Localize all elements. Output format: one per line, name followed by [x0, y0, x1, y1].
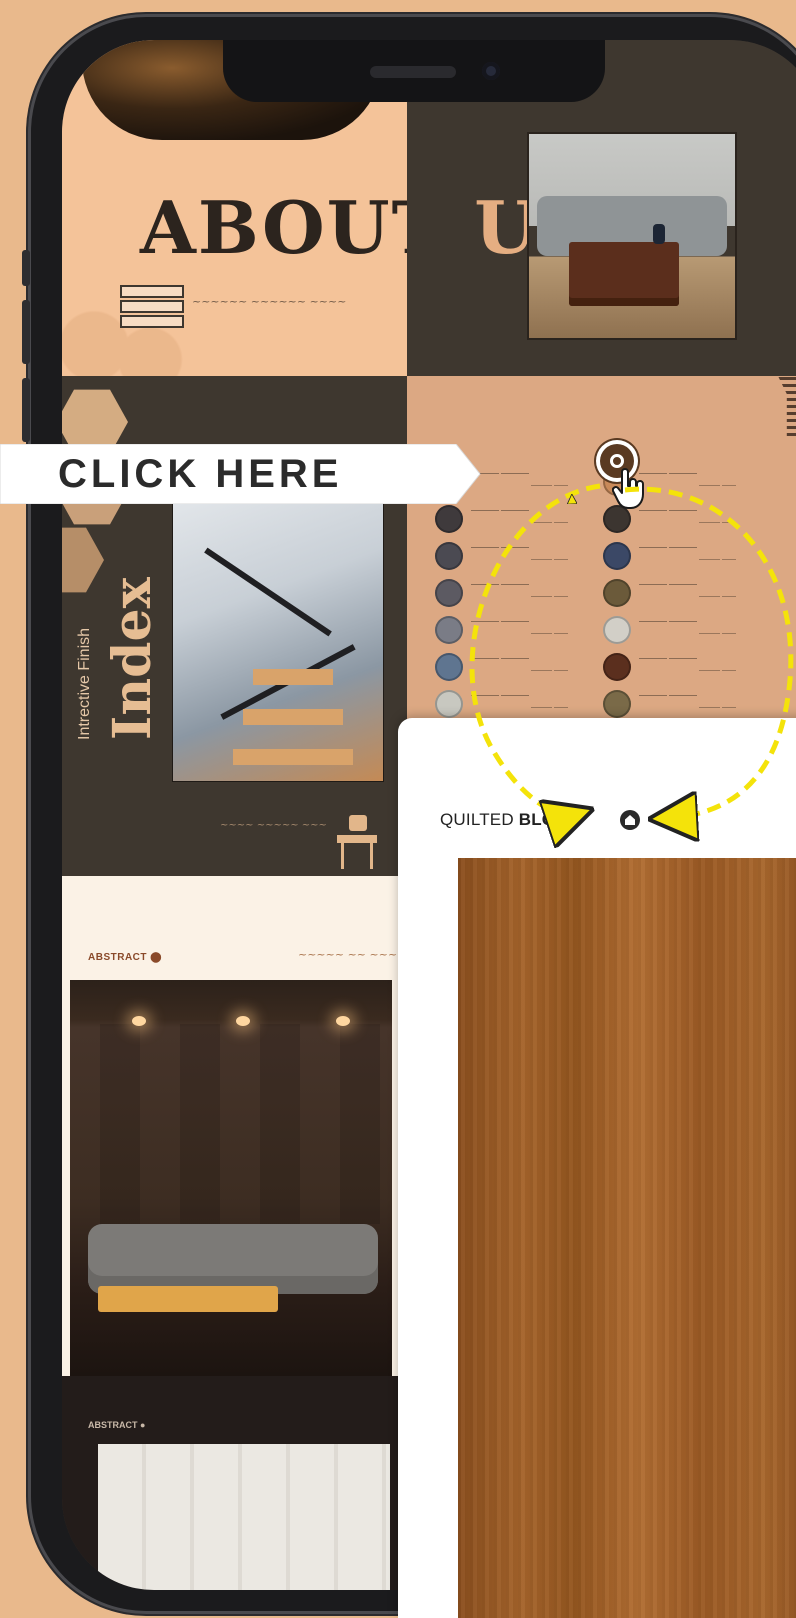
swatch-row[interactable]: ———— ——————— —— [603, 542, 793, 576]
marble-panel-photo [98, 1444, 390, 1590]
swatch-row-label: ———— ———— [471, 581, 529, 588]
lamp-icon [337, 815, 377, 870]
wood-texture-swatch [458, 858, 796, 1618]
about-title-part1: ABOUT [140, 185, 407, 270]
maze-decoration [778, 376, 796, 436]
living-room-photo [527, 132, 737, 340]
index-signature-script: ~~~~ ~~~~~ ~~~ [220, 820, 327, 831]
swatch-row[interactable]: ———— ——————— —— [435, 653, 625, 687]
swatch-row-label: ———— ———— [639, 655, 697, 662]
swatch-row-sublabel: ——— —— [531, 519, 568, 526]
staircase-photo [172, 468, 384, 782]
swatch-popup-title: QUILTED BLOCK [440, 810, 581, 829]
swatch-color-dot[interactable] [603, 690, 631, 718]
swatch-row-sublabel: ——— —— [699, 556, 736, 563]
swatch-row-label: ———— ———— [639, 581, 697, 588]
index-subtitle: Intrective Finish [76, 627, 93, 740]
swatch-row-label: ———— ———— [639, 618, 697, 625]
swatch-color-dot[interactable] [603, 653, 631, 681]
swatch-color-dot[interactable] [435, 616, 463, 644]
about-us-title: ABOUT US [140, 185, 407, 270]
swatch-row-sublabel: ——— —— [531, 482, 568, 489]
click-here-label: CLICK HERE [58, 452, 343, 496]
swatch-row[interactable]: ———— ——————— —— [435, 542, 625, 576]
phone-volume-up [22, 300, 30, 364]
swatch-row-label: ———— ———— [639, 692, 697, 699]
swatch-color-dot[interactable] [435, 505, 463, 533]
swatch-row-sublabel: ——— —— [699, 667, 736, 674]
swatch-row-sublabel: ——— —— [699, 593, 736, 600]
swatch-color-dot[interactable] [435, 690, 463, 718]
abstract-label: ABSTRACT ⬤ [88, 952, 162, 963]
swatch-row-label: ———— ———— [471, 507, 529, 514]
abstract-signature-script: ~~~~~ ~~ ~~~~ [298, 948, 407, 961]
swatch-row-label: ———— ———— [639, 544, 697, 551]
swatch-color-dot[interactable] [603, 616, 631, 644]
swatch-row[interactable]: ———— ——————— —— [603, 505, 793, 539]
swatch-color-dot[interactable] [435, 653, 463, 681]
swatch-row[interactable]: ———— ——————— —— [603, 579, 793, 613]
swatch-row-sublabel: ——— —— [531, 630, 568, 637]
swatch-color-dot[interactable] [603, 579, 631, 607]
phone-speaker [370, 66, 456, 78]
swatch-row[interactable]: ———— ——————— —— [603, 616, 793, 650]
swatch-row-sublabel: ——— —— [531, 704, 568, 711]
swatch-row-sublabel: ——— —— [699, 519, 736, 526]
swatch-row-sublabel: ——— —— [531, 667, 568, 674]
hand-pointer-icon [612, 468, 644, 509]
swatch-row-sublabel: ——— —— [531, 556, 568, 563]
abstract-label-2: ABSTRACT ● [88, 1420, 146, 1430]
swatch-color-dot[interactable] [603, 542, 631, 570]
swatch-row-sublabel: ——— —— [699, 482, 736, 489]
swatch-row[interactable]: ———— ——————— —— [435, 579, 625, 613]
swatch-color-dot[interactable] [435, 542, 463, 570]
swatch-color-dot[interactable] [435, 579, 463, 607]
signature-script: ~~~~~~ ~~~~~~ ~~~~ [192, 295, 347, 308]
swatch-row[interactable]: ———— ——————— —— [603, 653, 793, 687]
swatch-row[interactable]: ———— ——————— —— [435, 505, 625, 539]
lounge-photo [70, 980, 392, 1376]
phone-mute-switch [22, 250, 30, 286]
swatch-row-label: ———— ———— [471, 618, 529, 625]
swatch-row-label: ———— ———— [471, 544, 529, 551]
swatch-row-sublabel: ——— —— [699, 630, 736, 637]
target-icon-ring [610, 454, 624, 468]
swatch-row-label: ———— ———— [471, 692, 529, 699]
swatch-row-sublabel: ——— —— [699, 704, 736, 711]
hexagon-decoration [62, 527, 104, 593]
swatch-row[interactable]: ———— ——————— —— [435, 616, 625, 650]
index-title: Index [102, 577, 163, 740]
swatch-popup-card[interactable]: QUILTED BLOCK [398, 718, 796, 1618]
swatch-row-label: ———— ———— [471, 655, 529, 662]
swatch-row-sublabel: ——— —— [531, 593, 568, 600]
home-icon[interactable] [620, 810, 640, 830]
dresser-icon [120, 285, 184, 335]
phone-camera [482, 62, 500, 80]
phone-volume-down [22, 378, 30, 442]
